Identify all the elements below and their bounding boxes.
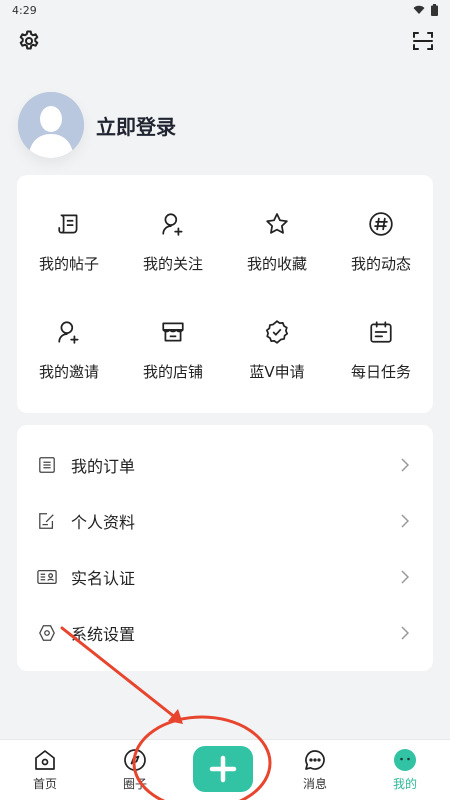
follow-user-icon xyxy=(158,209,188,239)
chevron-right-icon xyxy=(399,570,411,584)
grid-item-my-favorites[interactable]: 我的收藏 xyxy=(225,209,329,317)
grid-item-my-posts[interactable]: 我的帖子 xyxy=(17,209,121,317)
feature-grid: 我的帖子 我的关注 我的收藏 我的动态 我的邀请 我的店铺 蓝V申请 每日任务 xyxy=(17,175,433,425)
battery-icon xyxy=(431,4,438,16)
list-item-personal-info[interactable]: 个人资料 xyxy=(17,493,433,549)
grid-label: 我的收藏 xyxy=(246,255,307,273)
feature-grid-card: 我的帖子 我的关注 我的收藏 我的动态 我的邀请 我的店铺 蓝V申请 每日任务 xyxy=(17,175,433,413)
posts-icon xyxy=(54,209,84,239)
calendar-icon xyxy=(366,317,396,347)
login-link[interactable]: 立即登录 xyxy=(96,111,176,140)
list-label: 我的订单 xyxy=(71,457,136,476)
nav-circle[interactable]: 圈子 xyxy=(100,740,170,792)
nav-label: 圈子 xyxy=(122,777,147,791)
menu-list-card: 我的订单 个人资料 实名认证 系统设置 xyxy=(17,425,433,671)
hexagon-settings-icon xyxy=(37,623,57,643)
edit-profile-icon xyxy=(37,511,57,531)
nav-home[interactable]: 首页 xyxy=(10,740,80,792)
nav-mine[interactable]: 我的 xyxy=(370,740,440,792)
annotation-arrow-head xyxy=(168,709,183,724)
grid-item-my-invites[interactable]: 我的邀请 xyxy=(17,317,121,425)
grid-item-my-activity[interactable]: 我的动态 xyxy=(329,209,433,317)
nav-label: 首页 xyxy=(32,777,57,791)
grid-label: 我的关注 xyxy=(142,255,203,273)
create-post-button[interactable] xyxy=(193,746,253,792)
grid-item-my-follows[interactable]: 我的关注 xyxy=(121,209,225,317)
grid-label: 我的邀请 xyxy=(38,363,99,381)
avatar[interactable] xyxy=(18,92,84,158)
wifi-icon xyxy=(413,5,425,14)
list-label: 个人资料 xyxy=(71,513,136,532)
grid-item-my-store[interactable]: 我的店铺 xyxy=(121,317,225,425)
chevron-right-icon xyxy=(399,514,411,528)
gear-icon xyxy=(19,30,39,50)
status-bar: 4:29 xyxy=(0,0,450,20)
grid-label: 我的店铺 xyxy=(142,363,203,381)
profile-header[interactable]: 立即登录 xyxy=(18,92,176,158)
invite-user-icon xyxy=(54,317,84,347)
nav-messages[interactable]: 消息 xyxy=(280,740,350,792)
list-item-system-settings[interactable]: 系统设置 xyxy=(17,605,433,661)
list-label: 实名认证 xyxy=(71,569,136,588)
scan-button[interactable] xyxy=(410,28,436,54)
plus-icon xyxy=(209,755,237,783)
chevron-right-icon xyxy=(399,626,411,640)
compass-icon xyxy=(124,749,146,771)
order-list-icon xyxy=(37,455,57,475)
list-item-real-name-auth[interactable]: 实名认证 xyxy=(17,549,433,605)
grid-label: 我的动态 xyxy=(350,255,411,273)
message-icon xyxy=(305,750,325,770)
grid-item-blue-v-apply[interactable]: 蓝V申请 xyxy=(225,317,329,425)
grid-label: 每日任务 xyxy=(350,363,411,381)
mine-face-icon xyxy=(394,749,416,771)
grid-item-daily-tasks[interactable]: 每日任务 xyxy=(329,317,433,425)
id-card-icon xyxy=(37,567,57,587)
chevron-right-icon xyxy=(399,458,411,472)
home-icon xyxy=(35,750,55,770)
grid-label: 蓝V申请 xyxy=(249,363,305,381)
list-label: 系统设置 xyxy=(71,625,136,644)
status-icons xyxy=(413,4,438,16)
grid-label: 我的帖子 xyxy=(38,255,99,273)
default-avatar-icon xyxy=(18,92,84,158)
store-icon xyxy=(158,317,188,347)
nav-label: 消息 xyxy=(302,777,327,791)
nav-label: 我的 xyxy=(392,777,417,791)
settings-button[interactable] xyxy=(16,28,42,54)
scan-icon xyxy=(413,32,433,50)
star-icon xyxy=(262,209,292,239)
verified-badge-icon xyxy=(262,317,292,347)
hashtag-icon xyxy=(366,209,396,239)
status-time: 4:29 xyxy=(12,3,37,17)
list-item-my-orders[interactable]: 我的订单 xyxy=(17,437,433,493)
